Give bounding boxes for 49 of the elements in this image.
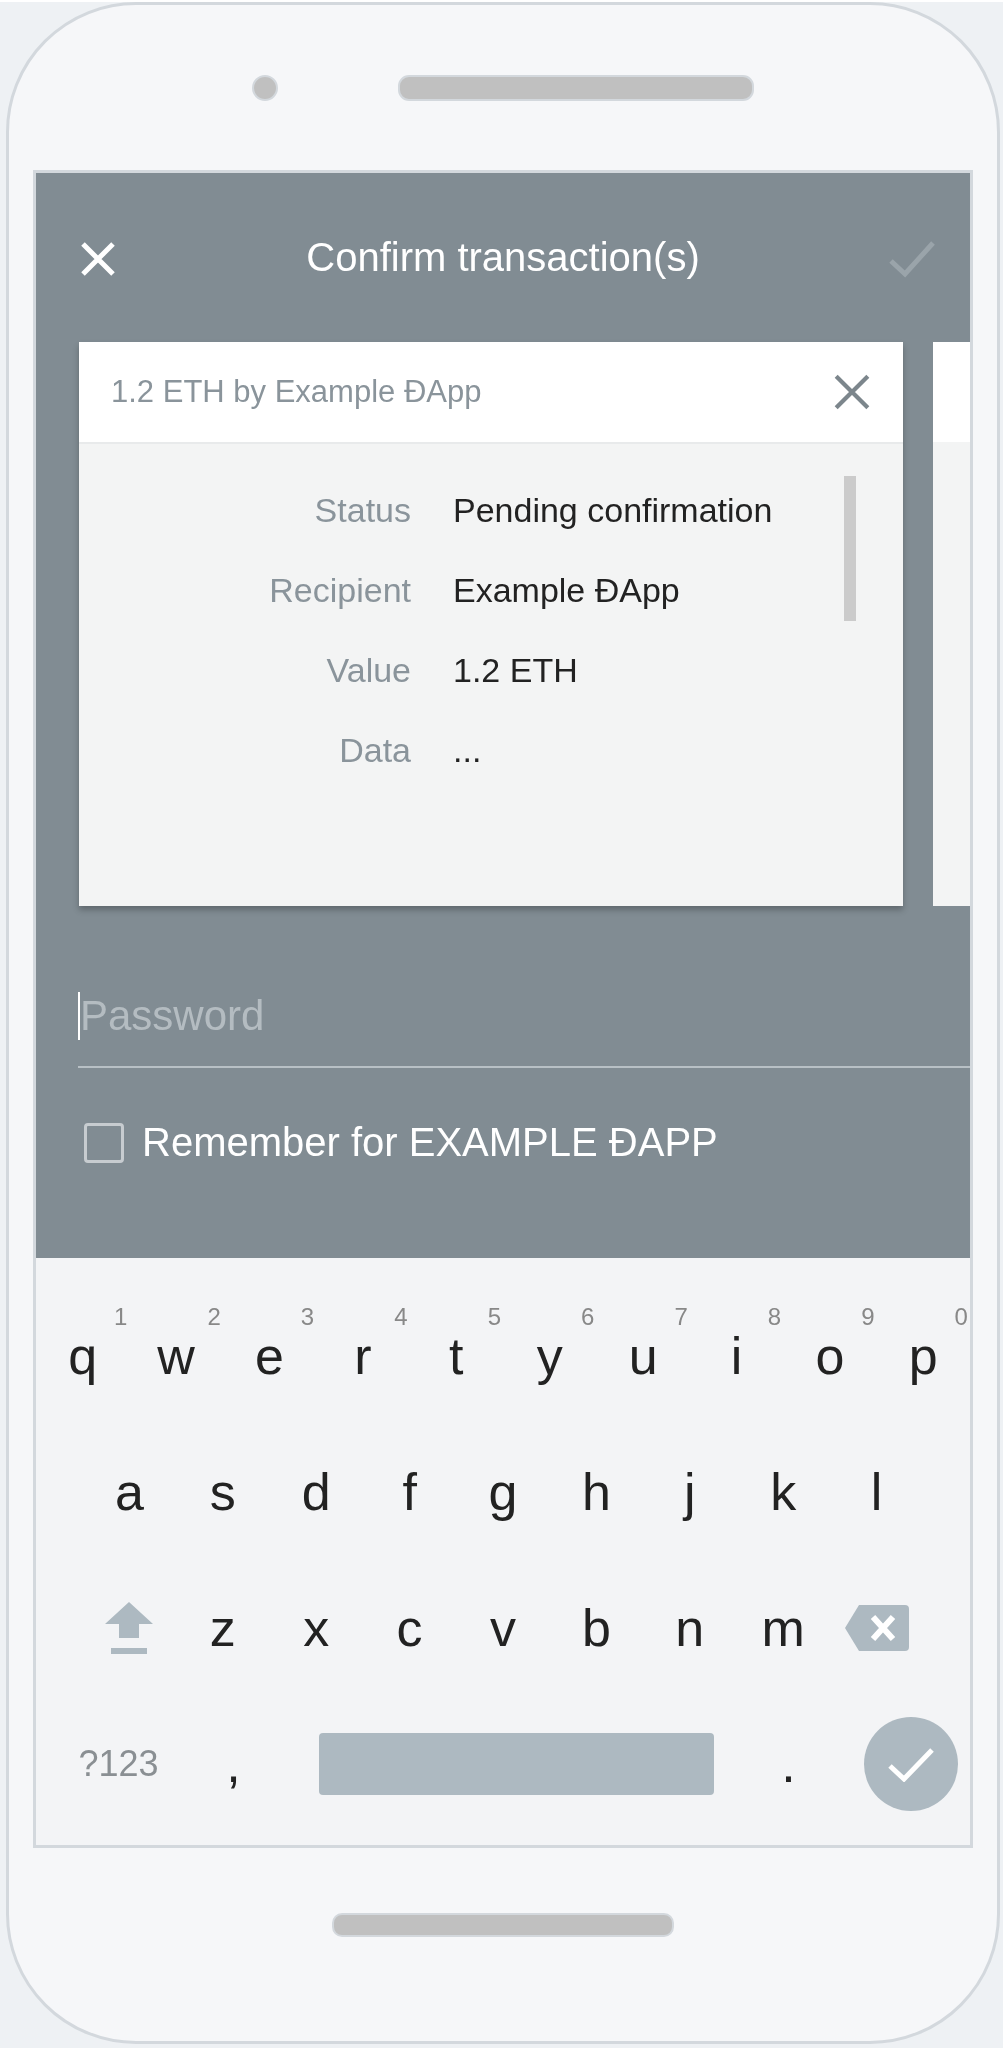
keyboard-key[interactable]: w 2: [129, 1301, 223, 1411]
detail-value: ...: [453, 730, 483, 770]
keyboard-key[interactable]: z: [176, 1573, 270, 1683]
remember-label: Remember for EXAMPLE ĐAPP: [142, 1120, 718, 1165]
keyboard-key[interactable]: l: [829, 1437, 924, 1547]
keyboard-key[interactable]: y 6: [503, 1301, 597, 1411]
keyboard-key[interactable]: n: [643, 1573, 737, 1683]
keyboard-key[interactable]: q 1: [36, 1301, 130, 1411]
detail-value: 1.2 ETH: [453, 650, 579, 690]
keyboard-key[interactable]: j: [643, 1437, 737, 1547]
keyboard-key[interactable]: c: [362, 1573, 457, 1683]
keyboard-key[interactable]: b: [549, 1573, 644, 1683]
dialog-title: Confirm transaction(s): [305, 235, 701, 280]
detail-value: Pending confirmation: [453, 490, 774, 530]
close-button[interactable]: [833, 373, 871, 411]
keyboard-key[interactable]: h: [549, 1437, 644, 1547]
space-bar[interactable]: [318, 1733, 714, 1795]
camera-dot: [252, 74, 278, 101]
keyboard-key[interactable]: r 4: [316, 1301, 410, 1411]
keyboard-key[interactable]: f: [362, 1437, 457, 1547]
keyboard-key[interactable]: t 5: [409, 1301, 503, 1411]
detail-label: Value: [325, 650, 411, 690]
keyboard-key[interactable]: ,: [188, 1709, 279, 1819]
keyboard-key[interactable]: s: [176, 1437, 270, 1547]
keyboard-key[interactable]: a: [82, 1437, 177, 1547]
keyboard-key[interactable]: x: [269, 1573, 363, 1683]
keyboard-key[interactable]: .: [753, 1709, 824, 1819]
keyboard-key[interactable]: i 8: [689, 1301, 784, 1411]
card-title: 1.2 ETH by Example ĐApp: [111, 374, 483, 410]
close-icon: [80, 241, 116, 277]
keyboard-key[interactable]: p 0: [876, 1301, 970, 1411]
keyboard-key[interactable]: e 3: [222, 1301, 317, 1411]
backspace-icon: [844, 1605, 909, 1651]
detail-label: Data: [338, 730, 411, 770]
remember-checkbox[interactable]: [84, 1122, 124, 1163]
keyboard-key[interactable]: g: [456, 1437, 550, 1547]
detail-value: Example ĐApp: [453, 570, 681, 610]
keyboard-key[interactable]: v: [456, 1573, 550, 1683]
keyboard-key[interactable]: m: [736, 1573, 830, 1683]
keyboard-key[interactable]: u 7: [596, 1301, 690, 1411]
shift-arrow-icon: [105, 1602, 154, 1654]
detail-label: Recipient: [268, 570, 411, 610]
detail-label: Status: [313, 490, 411, 530]
checkmark-icon: [886, 1746, 935, 1782]
keyboard-key[interactable]: d: [269, 1437, 363, 1547]
close-icon: [833, 373, 871, 411]
keyboard-key[interactable]: o 9: [783, 1301, 877, 1411]
scrollbar[interactable]: [844, 476, 856, 621]
keyboard-key[interactable]: k: [736, 1437, 830, 1547]
